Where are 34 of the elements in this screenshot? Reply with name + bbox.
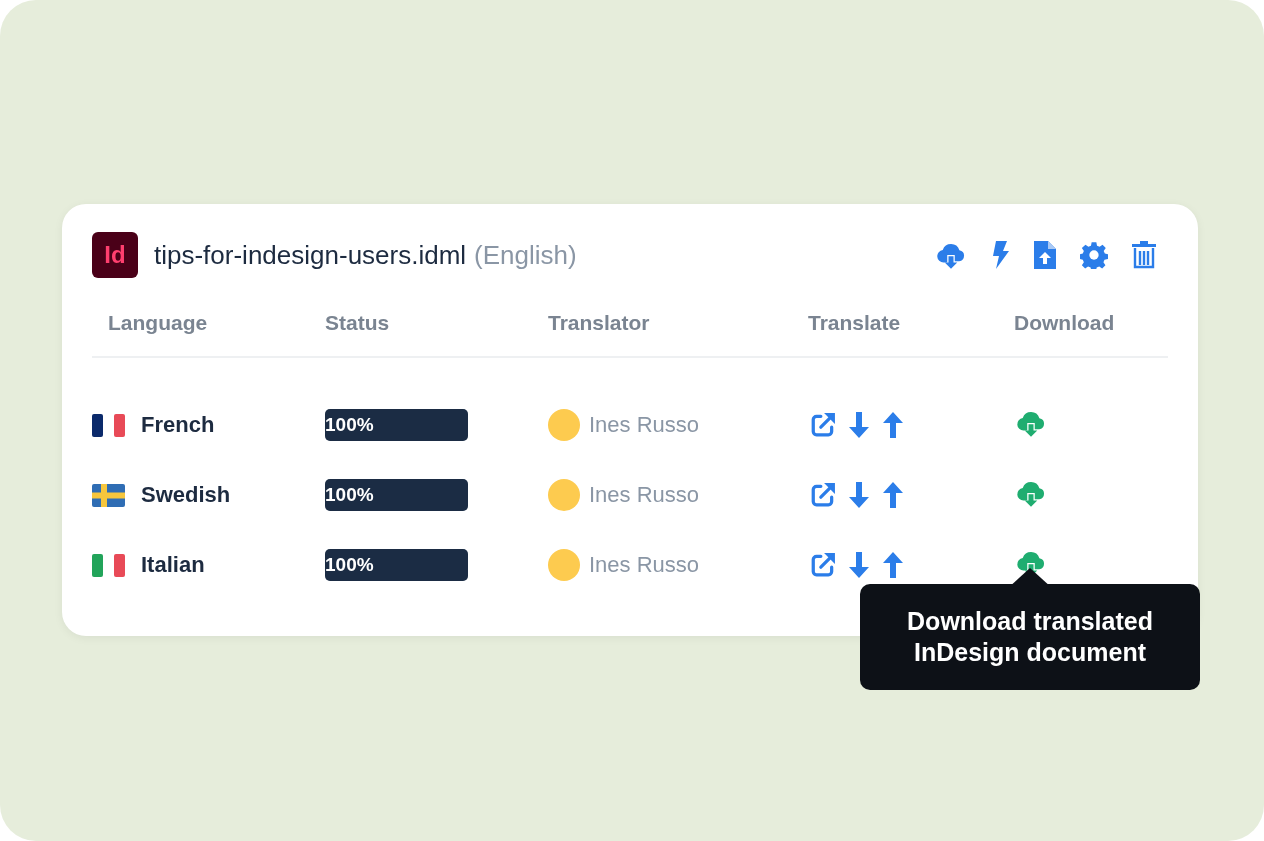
arrow-up-icon[interactable] xyxy=(882,552,904,578)
external-link-icon[interactable] xyxy=(810,482,836,508)
progress-bar: 100% xyxy=(325,479,468,511)
translator-name: Ines Russo xyxy=(589,412,700,438)
arrow-down-icon[interactable] xyxy=(848,412,870,438)
file-upload-icon[interactable] xyxy=(1034,241,1056,269)
translator-name: Ines Russo xyxy=(589,482,700,508)
arrow-up-icon[interactable] xyxy=(882,412,904,438)
arrow-down-icon[interactable] xyxy=(848,482,870,508)
file-name: tips-for-indesign-users.idml xyxy=(154,239,467,271)
settings-icon[interactable] xyxy=(1080,241,1108,269)
flag-icon xyxy=(92,483,125,507)
external-link-icon[interactable] xyxy=(810,412,836,438)
column-header: Translator xyxy=(548,290,808,358)
progress-bar: 100% xyxy=(325,409,468,441)
flag-icon xyxy=(92,413,125,437)
flag-icon xyxy=(92,553,125,577)
progress-bar: 100% xyxy=(325,549,468,581)
column-header: Language xyxy=(92,290,325,358)
column-header: Translate xyxy=(808,290,1014,358)
lightning-icon[interactable] xyxy=(990,241,1010,269)
arrow-down-icon[interactable] xyxy=(848,552,870,578)
language-name: French xyxy=(141,412,215,438)
source-language: (English) xyxy=(474,239,577,271)
translator-name: Ines Russo xyxy=(589,552,700,578)
column-header: Status xyxy=(325,290,548,358)
column-header: Download xyxy=(1014,290,1168,358)
language-name: Italian xyxy=(141,552,205,578)
arrow-up-icon[interactable] xyxy=(882,482,904,508)
app-logo: Id xyxy=(92,232,138,278)
trash-icon[interactable] xyxy=(1132,241,1156,269)
tooltip: Download translated InDesign document xyxy=(860,584,1200,690)
language-name: Swedish xyxy=(141,482,231,508)
external-link-icon[interactable] xyxy=(810,552,836,578)
